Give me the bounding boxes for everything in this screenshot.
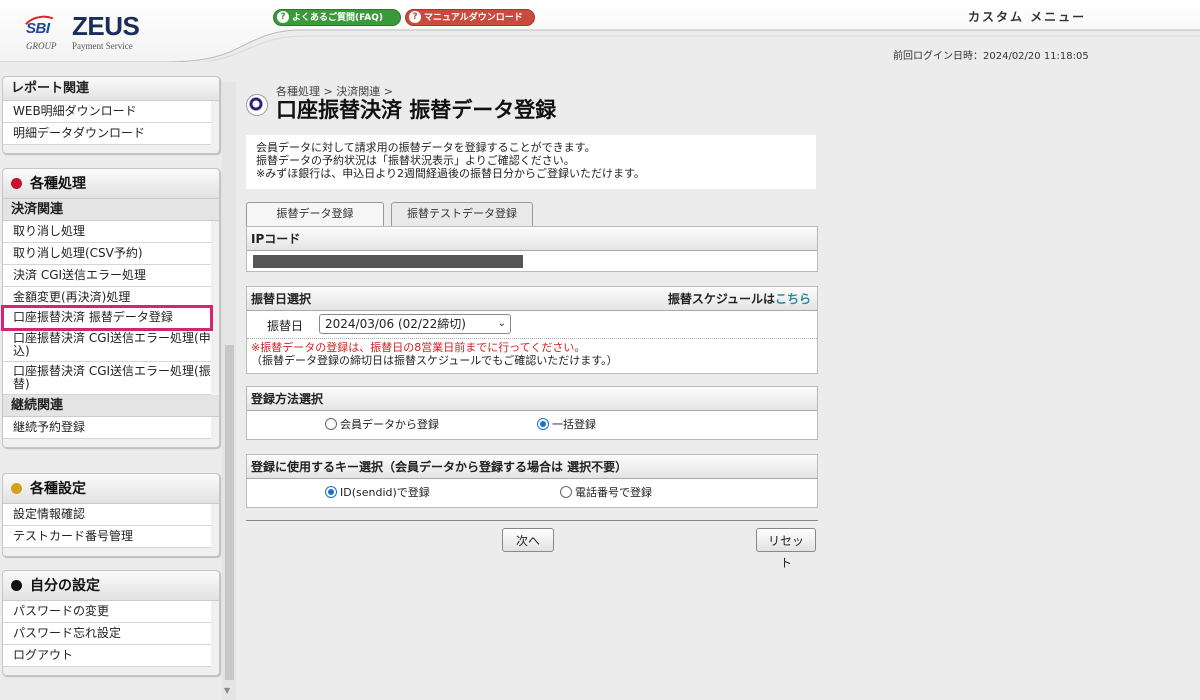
intro-line-3: ※みずほ銀行は、申込日より2週間経過後の振替日分からご登録いただけます。 bbox=[256, 167, 645, 180]
last-login: 前回ログイン日時：2024/02/20 11:18:05 bbox=[893, 51, 1089, 62]
warning-note: （振替データ登録の締切日は振替スケジュールでもご確認いただけます。） bbox=[251, 354, 618, 367]
key-heading: 登録に使用するキー選択（会員データから登録する場合は 選択不要） bbox=[247, 455, 817, 479]
sidebar-item-cancel-csv[interactable]: 取り消し処理(CSV予約) bbox=[3, 243, 211, 265]
sidebar-item-transfer-cgi-transfer[interactable]: 口座振替決済 CGI送信エラー処理(振替) bbox=[3, 362, 211, 395]
report-heading: レポート関連 bbox=[3, 77, 219, 101]
settings-heading: 各種設定 bbox=[3, 474, 219, 504]
sidebar-item-statement-data[interactable]: 明細データダウンロード bbox=[3, 123, 211, 145]
chevron-down-icon: ⌄ bbox=[497, 318, 506, 329]
radio-circle bbox=[560, 486, 572, 498]
sidebar-item-continuous-reservation[interactable]: 継続予約登録 bbox=[3, 417, 211, 439]
sidebar-item-web-statement[interactable]: WEB明細ダウンロード bbox=[3, 101, 211, 123]
sidebar-item-cancel[interactable]: 取り消し処理 bbox=[3, 221, 211, 243]
transfer-date-value: 2024/03/06 (02/22締切) bbox=[325, 317, 466, 331]
sidebar-scroll-thumb[interactable] bbox=[225, 345, 234, 680]
radio-bulk[interactable]: 一括登録 bbox=[537, 416, 596, 432]
sidebar-item-settings-info[interactable]: 設定情報確認 bbox=[3, 504, 211, 526]
tab-transfer-test-data[interactable]: 振替テストデータ登録 bbox=[391, 202, 533, 226]
sidebar-item-logout[interactable]: ログアウト bbox=[3, 645, 211, 667]
transfer-date-heading: 振替日選択 振替スケジュールはこちら bbox=[247, 287, 817, 311]
continuous-subheading: 継続関連 bbox=[3, 395, 219, 417]
transfer-date-section: 振替日選択 振替スケジュールはこちら 振替日 2024/03/06 (02/22… bbox=[246, 286, 818, 374]
gold-dot-icon bbox=[11, 483, 22, 494]
logo-payment-service: Payment Service bbox=[72, 41, 133, 51]
schedule-prefix: 振替スケジュールは bbox=[667, 292, 775, 306]
logo-group: GROUP bbox=[26, 41, 57, 51]
question-icon: ? bbox=[277, 11, 289, 23]
zeus-logo[interactable]: SBI ZEUS GROUP Payment Service bbox=[19, 10, 142, 54]
radio-sendid-label: ID(sendid)で登録 bbox=[340, 486, 430, 499]
reset-button[interactable]: リセット bbox=[756, 528, 816, 570]
tab-transfer-data[interactable]: 振替データ登録 bbox=[246, 202, 384, 226]
question-icon: ? bbox=[409, 11, 421, 23]
radio-member-data-label: 会員データから登録 bbox=[340, 418, 439, 431]
radio-circle-selected bbox=[325, 486, 337, 498]
my-settings-title: 自分の設定 bbox=[30, 578, 100, 594]
faq-label: よくあるご質問(FAQ) bbox=[292, 13, 383, 23]
manual-download-button[interactable]: ? マニュアルダウンロード bbox=[405, 9, 535, 26]
my-settings-heading: 自分の設定 bbox=[3, 571, 219, 601]
logo-zeus: ZEUS bbox=[72, 11, 140, 41]
processing-heading: 各種処理 bbox=[3, 169, 219, 199]
transfer-date-row: 振替日 2024/03/06 (02/22締切) ⌄ bbox=[247, 311, 817, 335]
logo-sbi: SBI bbox=[26, 20, 50, 37]
ip-code-heading: IPコード bbox=[247, 227, 817, 251]
intro-line-2: 振替データの予約状況は「振替状況表示」よりご確認ください。 bbox=[256, 154, 575, 167]
processing-title: 各種処理 bbox=[30, 176, 86, 192]
intro-line-1: 会員データに対して請求用の振替データを登録することができます。 bbox=[256, 141, 596, 154]
radio-circle-selected bbox=[537, 418, 549, 430]
radio-member-data[interactable]: 会員データから登録 bbox=[325, 416, 439, 432]
schedule-link[interactable]: こちら bbox=[775, 292, 811, 306]
payment-subheading: 決済関連 bbox=[3, 199, 219, 221]
warning-text: ※振替データの登録は、振替日の8営業日前までに行ってください。 bbox=[251, 341, 586, 354]
sidebar-item-forgot-password[interactable]: パスワード忘れ設定 bbox=[3, 623, 211, 645]
custom-menu[interactable]: カスタム メニュー bbox=[968, 8, 1086, 25]
next-button[interactable]: 次へ bbox=[502, 528, 554, 552]
sidebar-item-test-card[interactable]: テストカード番号管理 bbox=[3, 526, 211, 548]
method-radio-row: 会員データから登録 一括登録 bbox=[247, 411, 817, 437]
radio-phone-label: 電話番号で登録 bbox=[575, 486, 652, 499]
method-section: 登録方法選択 会員データから登録 一括登録 bbox=[246, 386, 818, 440]
sidebar-item-transfer-registration[interactable]: 口座振替決済 振替データ登録 bbox=[1, 305, 213, 331]
settings-panel: 各種設定 設定情報確認 テストカード番号管理 bbox=[2, 473, 220, 557]
radio-phone[interactable]: 電話番号で登録 bbox=[560, 484, 652, 500]
form-divider bbox=[246, 520, 818, 521]
key-section: 登録に使用するキー選択（会員データから登録する場合は 選択不要） ID(send… bbox=[246, 454, 818, 508]
processing-panel: 各種処理 決済関連 取り消し処理 取り消し処理(CSV予約) 決済 CGI送信エ… bbox=[1, 168, 220, 448]
my-settings-panel: 自分の設定 パスワードの変更 パスワード忘れ設定 ログアウト bbox=[2, 570, 220, 676]
sidebar-item-transfer-cgi-apply[interactable]: 口座振替決済 CGI送信エラー処理(申込) bbox=[3, 329, 211, 362]
header: SBI ZEUS GROUP Payment Service ? よくあるご質問(… bbox=[0, 0, 1200, 62]
transfer-date-title: 振替日選択 bbox=[251, 292, 312, 306]
ip-code-redacted bbox=[253, 255, 523, 268]
faq-button[interactable]: ? よくあるご質問(FAQ) bbox=[273, 9, 401, 26]
schedule-link-wrap: 振替スケジュールはこちら bbox=[668, 287, 811, 311]
transfer-date-label: 振替日 bbox=[267, 319, 304, 333]
radio-circle bbox=[325, 418, 337, 430]
scroll-down-arrow-icon[interactable]: ▼ bbox=[224, 686, 230, 695]
sidebar: レポート関連 WEB明細ダウンロード 明細データダウンロード 各種処理 決済関連… bbox=[0, 76, 222, 700]
sidebar-item-amount-change[interactable]: 金額変更(再決済)処理 bbox=[3, 287, 211, 307]
sidebar-item-change-password[interactable]: パスワードの変更 bbox=[3, 601, 211, 623]
transfer-warning: ※振替データの登録は、振替日の8営業日前までに行ってください。 （振替データ登録… bbox=[247, 339, 817, 370]
settings-title: 各種設定 bbox=[30, 481, 86, 497]
ip-code-section: IPコード bbox=[246, 226, 818, 272]
key-radio-row: ID(sendid)で登録 電話番号で登録 bbox=[247, 479, 817, 505]
intro-box: 会員データに対して請求用の振替データを登録することができます。 振替データの予約… bbox=[246, 135, 816, 189]
page-title: 口座振替決済 振替データ登録 bbox=[276, 98, 557, 122]
manual-label: マニュアルダウンロード bbox=[424, 13, 523, 23]
transfer-date-select[interactable]: 2024/03/06 (02/22締切) ⌄ bbox=[319, 314, 511, 334]
black-dot-icon bbox=[11, 580, 22, 591]
red-dot-icon bbox=[11, 178, 22, 189]
report-panel: レポート関連 WEB明細ダウンロード 明細データダウンロード bbox=[2, 76, 220, 154]
radio-sendid[interactable]: ID(sendid)で登録 bbox=[325, 484, 430, 500]
title-bullet-icon bbox=[246, 94, 268, 116]
method-heading: 登録方法選択 bbox=[247, 387, 817, 411]
sidebar-item-cgi-error[interactable]: 決済 CGI送信エラー処理 bbox=[3, 265, 211, 287]
radio-bulk-label: 一括登録 bbox=[552, 418, 596, 431]
